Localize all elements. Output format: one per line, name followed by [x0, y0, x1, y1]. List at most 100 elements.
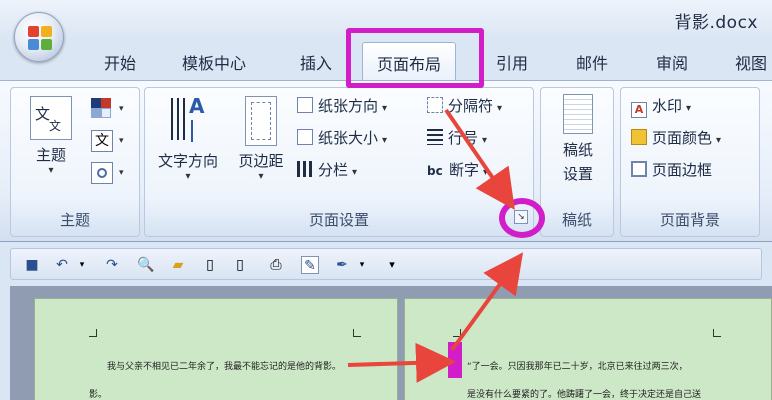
text-direction-button[interactable]: A 文字方向 ▾ — [151, 94, 225, 182]
chevron-down-icon: ▾ — [382, 103, 388, 114]
page-setup-group-label: 页面设置 — [308, 211, 369, 229]
chevron-down-icon: ▾ — [482, 135, 488, 146]
launcher-highlight-circle — [499, 198, 545, 238]
page-borders-label: 页面边框 — [652, 161, 713, 179]
document-page-left[interactable]: 我与父亲不相见已二年余了，我最不能忘记的是他的背影。 影。 — [34, 298, 398, 400]
text-direction-label: 文字方向 — [157, 152, 218, 170]
chevron-down-icon: ▾ — [716, 135, 722, 146]
theme-fonts-icon[interactable]: 文 — [91, 130, 113, 152]
new-document-icon[interactable]: ▯ — [201, 256, 219, 274]
window-title: 背影.docx — [674, 13, 758, 33]
theme-group-label: 主题 — [59, 211, 90, 229]
customize-toolbar-icon[interactable]: ▾ — [383, 256, 401, 274]
line-numbers-icon — [427, 129, 443, 145]
paper-size-icon — [297, 129, 313, 145]
draft-paper-settings-label: 稿纸设置 — [562, 141, 593, 183]
hyphenation-label: 断字 — [449, 161, 480, 179]
themes-icon: 文 文 — [30, 96, 72, 140]
theme-colors-button[interactable] — [91, 98, 115, 120]
hyphenation-icon: bc — [427, 164, 443, 178]
page-color-label: 页面颜色 — [652, 129, 713, 147]
orientation-label: 纸张方向 — [318, 97, 379, 115]
chevron-down-icon: ▾ — [119, 168, 124, 178]
chevron-down-icon: ▾ — [119, 136, 124, 146]
tab-highlight-box — [346, 28, 484, 88]
chevron-down-icon[interactable]: ▾ — [353, 256, 371, 274]
redo-icon[interactable]: ↷ — [103, 256, 121, 274]
ribbon: 文 文 主题 ▾ ▾ 文 ▾ ▾ 主题 A 文字方向 ▾ 页边距 ▾ 纸张方向 … — [0, 80, 772, 242]
draft-paper-settings-button[interactable]: 稿纸设置 — [551, 94, 605, 186]
document-text-line: 我与父亲不相见已二年余了，我最不能忘记的是他的背影。 — [107, 362, 342, 372]
columns-label: 分栏 — [318, 161, 349, 179]
blank-page-icon[interactable]: ▯ — [231, 256, 249, 274]
margin-corner-mark — [453, 329, 461, 337]
office-logo-icon — [28, 26, 52, 50]
page-color-button[interactable]: 页面颜色 ▾ — [631, 126, 721, 150]
margin-corner-mark — [713, 329, 721, 337]
margins-label: 页边距 — [238, 152, 284, 170]
columns-icon — [297, 161, 313, 177]
orientation-button[interactable]: 纸张方向 ▾ — [297, 94, 387, 118]
document-text-line: 是没有什么要紧的了。他踌躇了一会，终于决定还是自己送 — [467, 390, 702, 400]
page-color-icon — [631, 129, 647, 145]
page-borders-icon — [631, 161, 647, 177]
chevron-down-icon: ▾ — [497, 103, 503, 114]
document-area: 我与父亲不相见已二年余了，我最不能忘记的是他的背影。 影。 “了一会。只因我那年… — [10, 286, 772, 400]
tab-references[interactable]: 引用 — [496, 50, 528, 74]
hyphenation-button[interactable]: bc 断字 ▾ — [427, 158, 488, 182]
line-numbers-button[interactable]: 行号 ▾ — [427, 126, 487, 150]
margins-button[interactable]: 页边距 ▾ — [229, 94, 293, 182]
columns-button[interactable]: 分栏 ▾ — [297, 158, 357, 182]
draw-icon[interactable]: ✎ — [301, 256, 319, 274]
undo-icon[interactable]: ↶ — [53, 256, 71, 274]
breaks-button[interactable]: 分隔符 ▾ — [427, 94, 502, 118]
breaks-label: 分隔符 — [448, 97, 494, 115]
open-folder-icon[interactable]: ▰ — [169, 256, 187, 274]
theme-effects-icon — [97, 168, 107, 178]
themes-button-label: 主题 — [35, 146, 66, 164]
breaks-icon — [427, 97, 443, 113]
tab-template-center[interactable]: 模板中心 — [182, 50, 246, 74]
chevron-down-icon: ▾ — [382, 135, 388, 146]
themes-button[interactable]: 文 文 主题 ▾ — [25, 96, 77, 176]
tab-view[interactable]: 视图 — [735, 50, 767, 74]
highlight-pen-icon[interactable]: ✒ — [333, 256, 351, 274]
cursor-highlight-marker — [448, 342, 462, 378]
document-text-line: “了一会。只因我那年已二十岁，北京已来往过两三次， — [467, 362, 688, 372]
print-preview-icon[interactable]: 🔍 — [137, 256, 155, 274]
print-icon[interactable]: ⎙ — [267, 256, 285, 274]
line-numbers-label: 行号 — [448, 129, 479, 147]
margin-corner-mark — [89, 329, 97, 337]
theme-group: 文 文 主题 ▾ ▾ 文 ▾ ▾ 主题 — [10, 87, 140, 237]
chevron-down-icon: ▾ — [483, 167, 489, 178]
tab-insert[interactable]: 插入 — [300, 50, 332, 74]
draft-paper-group: 稿纸设置 稿纸 — [540, 87, 614, 237]
page-borders-button[interactable]: 页面边框 — [631, 158, 712, 182]
page-setup-group: A 文字方向 ▾ 页边距 ▾ 纸张方向 ▾ 纸张大小 ▾ 分栏 ▾ 分隔符 ▾ 行号 ▾ — [144, 87, 534, 237]
margins-icon — [245, 96, 277, 146]
theme-colors-icon — [91, 98, 101, 108]
office-button[interactable] — [14, 12, 64, 62]
tab-review[interactable]: 审阅 — [656, 50, 688, 74]
theme-effects-button[interactable] — [91, 162, 113, 184]
chevron-down-icon: ▾ — [258, 171, 264, 182]
tab-mailings[interactable]: 邮件 — [576, 50, 608, 74]
margin-corner-mark — [353, 329, 361, 337]
watermark-button[interactable]: A 水印 ▾ — [631, 94, 691, 118]
orientation-icon — [297, 97, 313, 113]
document-text-line: 影。 — [89, 390, 108, 400]
page-background-group-label: 页面背景 — [659, 211, 720, 229]
draft-paper-icon — [563, 94, 593, 134]
chevron-down-icon: ▾ — [48, 165, 54, 176]
save-icon[interactable]: ■ — [23, 256, 41, 274]
chevron-down-icon: ▾ — [686, 103, 692, 114]
paper-size-button[interactable]: 纸张大小 ▾ — [297, 126, 387, 150]
quick-access-toolbar: ■ ↶ ▾ ↷ 🔍 ▰ ▯ ▯ ⎙ ✎ ✒ ▾ ▾ — [10, 248, 762, 280]
chevron-down-icon: ▾ — [352, 167, 358, 178]
chevron-down-icon: ▾ — [185, 171, 191, 182]
tab-home[interactable]: 开始 — [104, 50, 136, 74]
watermark-icon: A — [631, 102, 647, 118]
page-background-group: A 水印 ▾ 页面颜色 ▾ 页面边框 页面背景 — [620, 87, 760, 237]
chevron-down-icon[interactable]: ▾ — [73, 256, 91, 274]
watermark-label: 水印 — [652, 97, 683, 115]
